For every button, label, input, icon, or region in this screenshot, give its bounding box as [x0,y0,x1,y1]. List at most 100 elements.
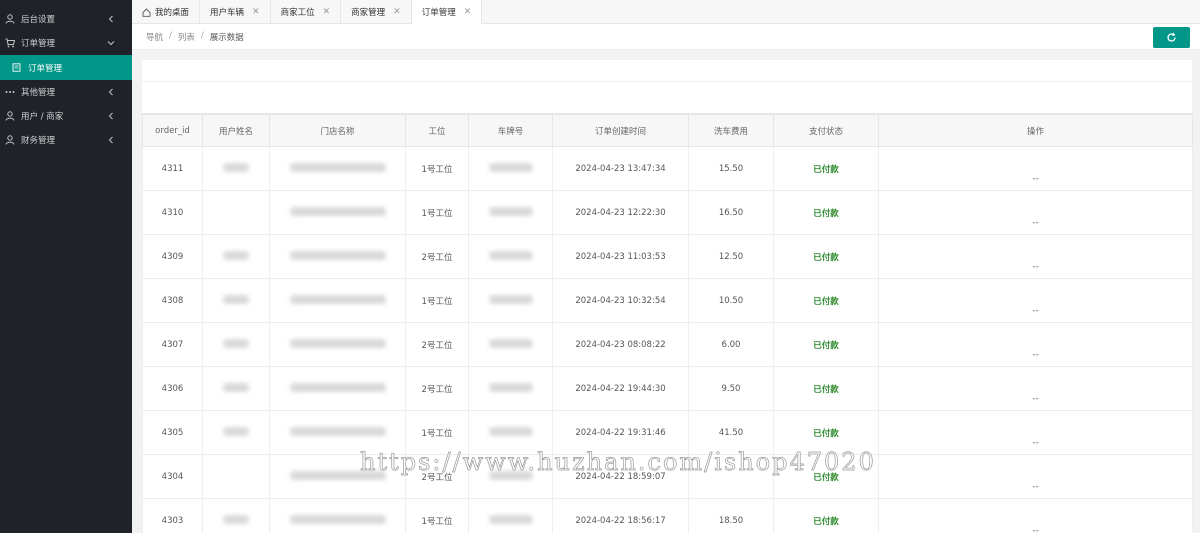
actions-cell[interactable]: -- [878,410,1193,455]
redacted-text [488,426,533,436]
table-toolbar [142,82,1192,114]
tab-desktop[interactable]: 我的桌面 [132,0,201,24]
column-header[interactable]: 订单创建时间 [552,114,689,147]
refresh-button[interactable] [1153,27,1190,48]
sidebar-item-backend-settings[interactable]: 后台设置 [0,7,132,31]
sidebar-item-label: 用户 / 商家 [21,112,64,122]
table-row[interactable]: 4307 2号工位 2024-04-23 08:08:22 6.00 已付款 -- [142,322,1193,367]
plate-cell [468,322,553,367]
plate-cell [468,234,553,279]
tab-label: 商家管理 [351,8,386,18]
user-name-cell [202,454,270,499]
sidebar-subitem-label: 订单管理 [28,63,63,74]
fee-cell [688,454,774,499]
close-icon[interactable]: ✕ [464,7,472,17]
actions-cell[interactable]: -- [878,454,1193,499]
status-cell: 已付款 [773,410,879,455]
status-cell: 已付款 [773,234,879,279]
table-row[interactable]: 4303 1号工位 2024-04-22 18:56:17 18.50 已付款 -- [142,498,1193,533]
bay-cell: 2号工位 [405,454,469,499]
close-icon[interactable]: ✕ [323,7,331,17]
actions-cell[interactable]: -- [878,234,1193,279]
column-header[interactable]: 门店名称 [269,114,406,147]
close-icon[interactable]: ✕ [393,7,401,17]
actions-cell[interactable]: -- [878,322,1193,367]
redacted-text [289,382,386,392]
user-name-cell [202,234,270,279]
column-header[interactable]: 支付状态 [773,114,879,147]
store-name-cell [269,366,406,411]
sidebar-item-finance-management[interactable]: 财务管理 [0,128,132,152]
redacted-text [289,514,386,524]
user-name-cell [202,498,270,533]
column-header[interactable]: 洗车费用 [688,114,774,147]
created-time-cell: 2024-04-23 08:08:22 [552,322,689,367]
column-header[interactable]: order_id [142,114,203,147]
close-icon[interactable]: ✕ [252,7,260,17]
fee-cell: 10.50 [688,278,774,323]
column-header[interactable]: 车牌号 [468,114,553,147]
fee-cell: 12.50 [688,234,774,279]
breadcrumb-item-current: 展示数据 [209,33,244,43]
column-header[interactable]: 操作 [878,114,1193,147]
actions-cell[interactable]: -- [878,190,1193,235]
actions-cell[interactable]: -- [878,146,1193,191]
plate-cell [468,454,553,499]
store-name-cell [269,190,406,235]
tab-merchant-management[interactable]: 商家管理 ✕ [341,0,412,24]
table-row[interactable]: 4309 2号工位 2024-04-23 11:03:53 12.50 已付款 -- [142,234,1193,279]
bay-cell: 2号工位 [405,366,469,411]
store-name-cell [269,498,406,533]
tab-label: 我的桌面 [155,8,190,18]
created-time-cell: 2024-04-23 13:47:34 [552,146,689,191]
table-row[interactable]: 4306 2号工位 2024-04-22 19:44:30 9.50 已付款 -- [142,366,1193,411]
sidebar-item-label: 财务管理 [21,136,56,146]
fee-cell: 16.50 [688,190,774,235]
order-id-cell: 4308 [142,278,203,323]
redacted-text [223,514,249,524]
orders-table: order_id 用户姓名 门店名称 工位 车牌号 订单创建时间 洗车费用 支付… [142,114,1193,533]
sidebar: 后台设置 订单管理 订单管理 其他管理 用户 / 商家 财务管理 [0,0,132,533]
sidebar-item-order-management[interactable]: 订单管理 [0,31,132,55]
order-id-cell: 4303 [142,498,203,533]
plate-cell [468,146,553,191]
store-name-cell [269,322,406,367]
order-id-cell: 4310 [142,190,203,235]
created-time-cell: 2024-04-22 18:56:17 [552,498,689,533]
table-row[interactable]: 4311 1号工位 2024-04-23 13:47:34 15.50 已付款 -- [142,146,1193,191]
store-name-cell [269,410,406,455]
user-name-cell [202,322,270,367]
actions-cell[interactable]: -- [878,278,1193,323]
tab-bar: 我的桌面 用户车辆 ✕ 商家工位 ✕ 商家管理 ✕ 订单管理 ✕ [132,0,1200,24]
actions-cell[interactable]: -- [878,366,1193,411]
tab-user-vehicles[interactable]: 用户车辆 ✕ [200,0,271,24]
table-row[interactable]: 4304 2号工位 2024-04-22 18:59:07 已付款 -- [142,454,1193,499]
tab-order-management[interactable]: 订单管理 ✕ [411,0,483,24]
sidebar-item-users-merchants[interactable]: 用户 / 商家 [0,104,132,128]
tab-merchant-bays[interactable]: 商家工位 ✕ [271,0,342,24]
document-icon [12,63,22,73]
sidebar-item-other-management[interactable]: 其他管理 [0,80,132,104]
order-id-cell: 4307 [142,322,203,367]
status-cell: 已付款 [773,454,879,499]
status-cell: 已付款 [773,190,879,235]
fee-cell: 18.50 [688,498,774,533]
table-row[interactable]: 4305 1号工位 2024-04-22 19:31:46 41.50 已付款 -- [142,410,1193,455]
table-row[interactable]: 4310 1号工位 2024-04-23 12:22:30 16.50 已付款 -- [142,190,1193,235]
redacted-text [488,250,533,260]
sidebar-subitem-order-management[interactable]: 订单管理 [0,55,132,80]
sidebar-item-label: 后台设置 [21,15,56,25]
created-time-cell: 2024-04-22 19:44:30 [552,366,689,411]
column-header[interactable]: 工位 [405,114,469,147]
created-time-cell: 2024-04-23 11:03:53 [552,234,689,279]
status-cell: 已付款 [773,278,879,323]
home-icon [142,7,151,17]
breadcrumb-item-list[interactable]: 列表 [178,31,195,43]
redacted-text [223,382,249,392]
redacted-text [289,294,386,304]
refresh-icon [1166,32,1177,43]
column-header[interactable]: 用户姓名 [202,114,270,147]
breadcrumb-item-nav[interactable]: 导航 [146,31,163,43]
table-row[interactable]: 4308 1号工位 2024-04-23 10:32:54 10.50 已付款 -- [142,278,1193,323]
actions-cell[interactable]: -- [878,498,1193,533]
